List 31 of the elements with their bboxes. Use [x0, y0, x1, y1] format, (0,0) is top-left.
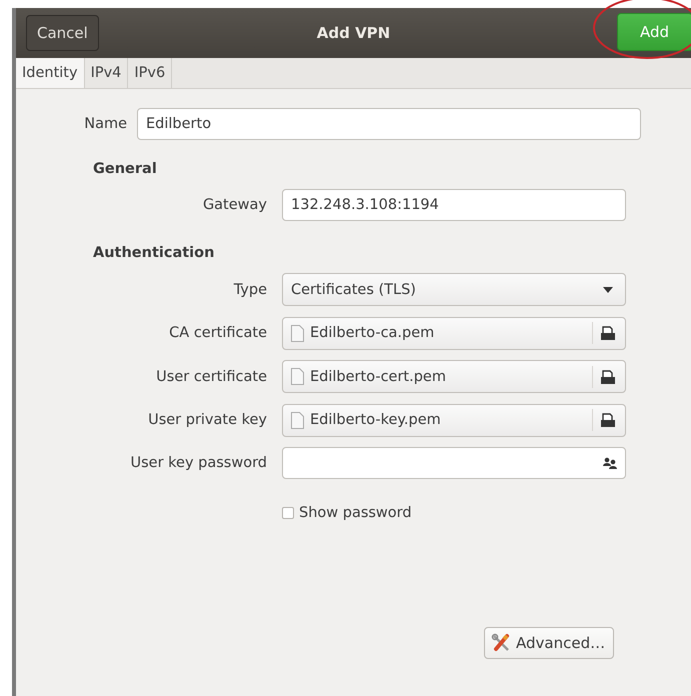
field-label: User certificate [155, 368, 267, 384]
document-icon [291, 324, 304, 342]
section-heading: General [93, 161, 158, 179]
file-chooser[interactable]: Edilberto-key.pem [282, 404, 626, 436]
tools-icon [491, 633, 511, 653]
tab[interactable]: Identity [16, 58, 85, 88]
folder-icon [601, 413, 615, 427]
folder-icon [601, 370, 615, 384]
document-icon [291, 412, 304, 428]
checkbox[interactable] [282, 507, 294, 519]
dropdown-arrow-icon [603, 286, 613, 292]
cancel-button[interactable]: Cancel [26, 15, 99, 51]
field-label: CA certificate [168, 325, 267, 341]
folder-icon [601, 326, 615, 340]
field-label: Type [232, 282, 267, 298]
document-icon [291, 368, 304, 385]
password-field[interactable] [282, 447, 626, 479]
file-chooser[interactable]: Edilberto-ca.pem [282, 316, 626, 350]
name-field[interactable]: Edilberto [137, 108, 641, 140]
advanced-button[interactable]: Advanced… [484, 627, 614, 659]
type-dropdown[interactable]: Certificates (TLS) [282, 273, 626, 306]
window-title: Add VPN [316, 24, 390, 42]
file-chooser[interactable]: Edilberto-cert.pem [282, 360, 626, 393]
field-label: Gateway [202, 197, 267, 213]
field-label: User key password [130, 455, 267, 471]
field-label: User private key [147, 412, 267, 428]
field-label: Name [83, 116, 127, 132]
gateway-field[interactable]: 132.248.3.108:1194 [282, 189, 626, 221]
users-icon [603, 457, 617, 469]
section-heading: Authentication [93, 245, 216, 263]
checkbox-label: Show password [299, 505, 412, 521]
